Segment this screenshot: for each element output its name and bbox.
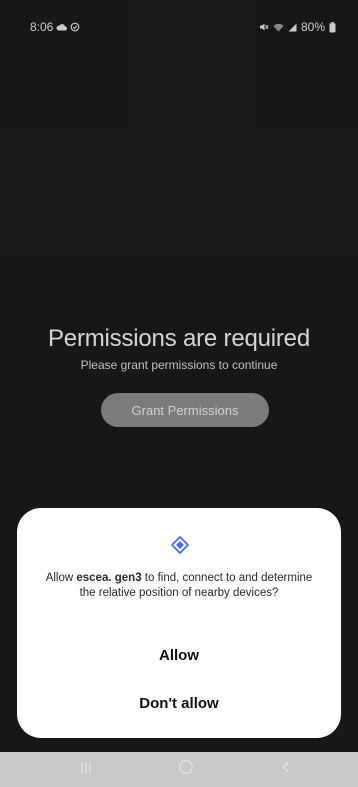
dialog-message: Allow escea. gen3 to find, connect to an… (39, 571, 319, 601)
recents-button[interactable] (56, 752, 116, 787)
screen: 8:06 80% Permissions are required Please… (0, 0, 358, 787)
nearby-devices-icon (170, 535, 190, 555)
home-button[interactable] (156, 752, 216, 787)
recents-icon (79, 761, 93, 779)
home-icon (178, 759, 194, 780)
app-name: escea. gen3 (76, 572, 142, 584)
back-icon (281, 760, 291, 779)
navigation-bar (0, 752, 358, 787)
allow-button[interactable]: Allow (17, 638, 341, 672)
dont-allow-button[interactable]: Don't allow (17, 686, 341, 720)
back-button[interactable] (256, 752, 316, 787)
permission-dialog: Allow escea. gen3 to find, connect to an… (17, 508, 341, 738)
message-prefix: Allow (45, 572, 77, 584)
